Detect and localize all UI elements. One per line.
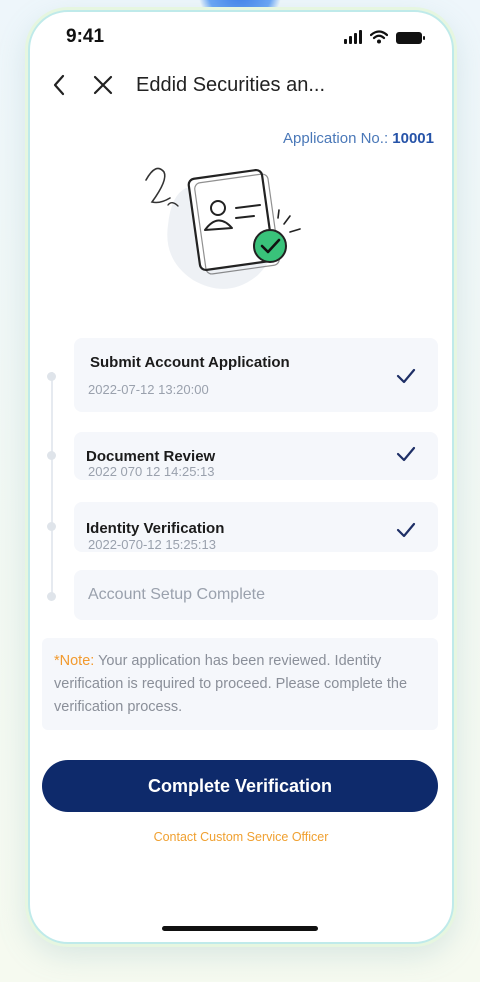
contact-service-link[interactable]: Contact Custom Service Officer bbox=[30, 830, 452, 844]
step-account-setup: Account Setup Complete bbox=[74, 570, 438, 620]
close-icon[interactable] bbox=[90, 72, 116, 98]
timeline-dot bbox=[47, 522, 56, 531]
step-document-review: Document Review 2022 070 12 14:25:13 bbox=[74, 432, 438, 480]
phone-frame: 9:41 Eddid Securities an... Application … bbox=[28, 10, 454, 944]
home-indicator bbox=[162, 926, 318, 931]
note-box: *Note: Your application has been reviewe… bbox=[42, 638, 438, 730]
timeline-dot bbox=[47, 592, 56, 601]
note-label: *Note: bbox=[54, 653, 95, 669]
application-number-value: 10001 bbox=[392, 130, 434, 147]
nav-bar: Eddid Securities an... bbox=[30, 64, 452, 108]
status-icons bbox=[344, 30, 425, 44]
status-bar: 9:41 bbox=[30, 12, 452, 64]
status-time: 9:41 bbox=[66, 26, 105, 47]
step-title: Submit Account Application bbox=[90, 354, 290, 371]
step-time: 2022-07-12 13:20:00 bbox=[88, 382, 209, 397]
check-icon bbox=[396, 522, 416, 538]
step-time: 2022 070 12 14:25:13 bbox=[88, 464, 215, 479]
complete-verification-button[interactable]: Complete Verification bbox=[42, 760, 438, 812]
note-body: Your application has been reviewed. Iden… bbox=[54, 653, 408, 715]
back-arrow-icon[interactable] bbox=[48, 72, 72, 98]
timeline-dot bbox=[47, 372, 56, 381]
step-identity-verification: Identity Verification 2022-070-12 15:25:… bbox=[74, 502, 438, 552]
check-icon bbox=[396, 446, 416, 462]
step-title: Account Setup Complete bbox=[88, 586, 265, 603]
step-submit-application: Submit Account Application 2022-07-12 13… bbox=[74, 338, 438, 412]
step-time: 2022-070-12 15:25:13 bbox=[88, 537, 216, 552]
timeline-line bbox=[51, 372, 53, 598]
wifi-icon bbox=[370, 30, 388, 44]
timeline-dot bbox=[47, 451, 56, 460]
application-number-label: Application No.: bbox=[283, 130, 389, 147]
page-title: Eddid Securities an... bbox=[136, 74, 325, 96]
application-number: Application No.: 10001 bbox=[283, 130, 434, 147]
id-verification-illustration bbox=[145, 167, 301, 289]
step-title: Identity Verification bbox=[86, 520, 225, 537]
step-title: Document Review bbox=[86, 448, 216, 465]
battery-icon bbox=[396, 32, 425, 44]
note-text: *Note: Your application has been reviewe… bbox=[54, 650, 426, 719]
check-icon bbox=[396, 368, 416, 384]
cellular-signal-icon bbox=[344, 30, 362, 44]
